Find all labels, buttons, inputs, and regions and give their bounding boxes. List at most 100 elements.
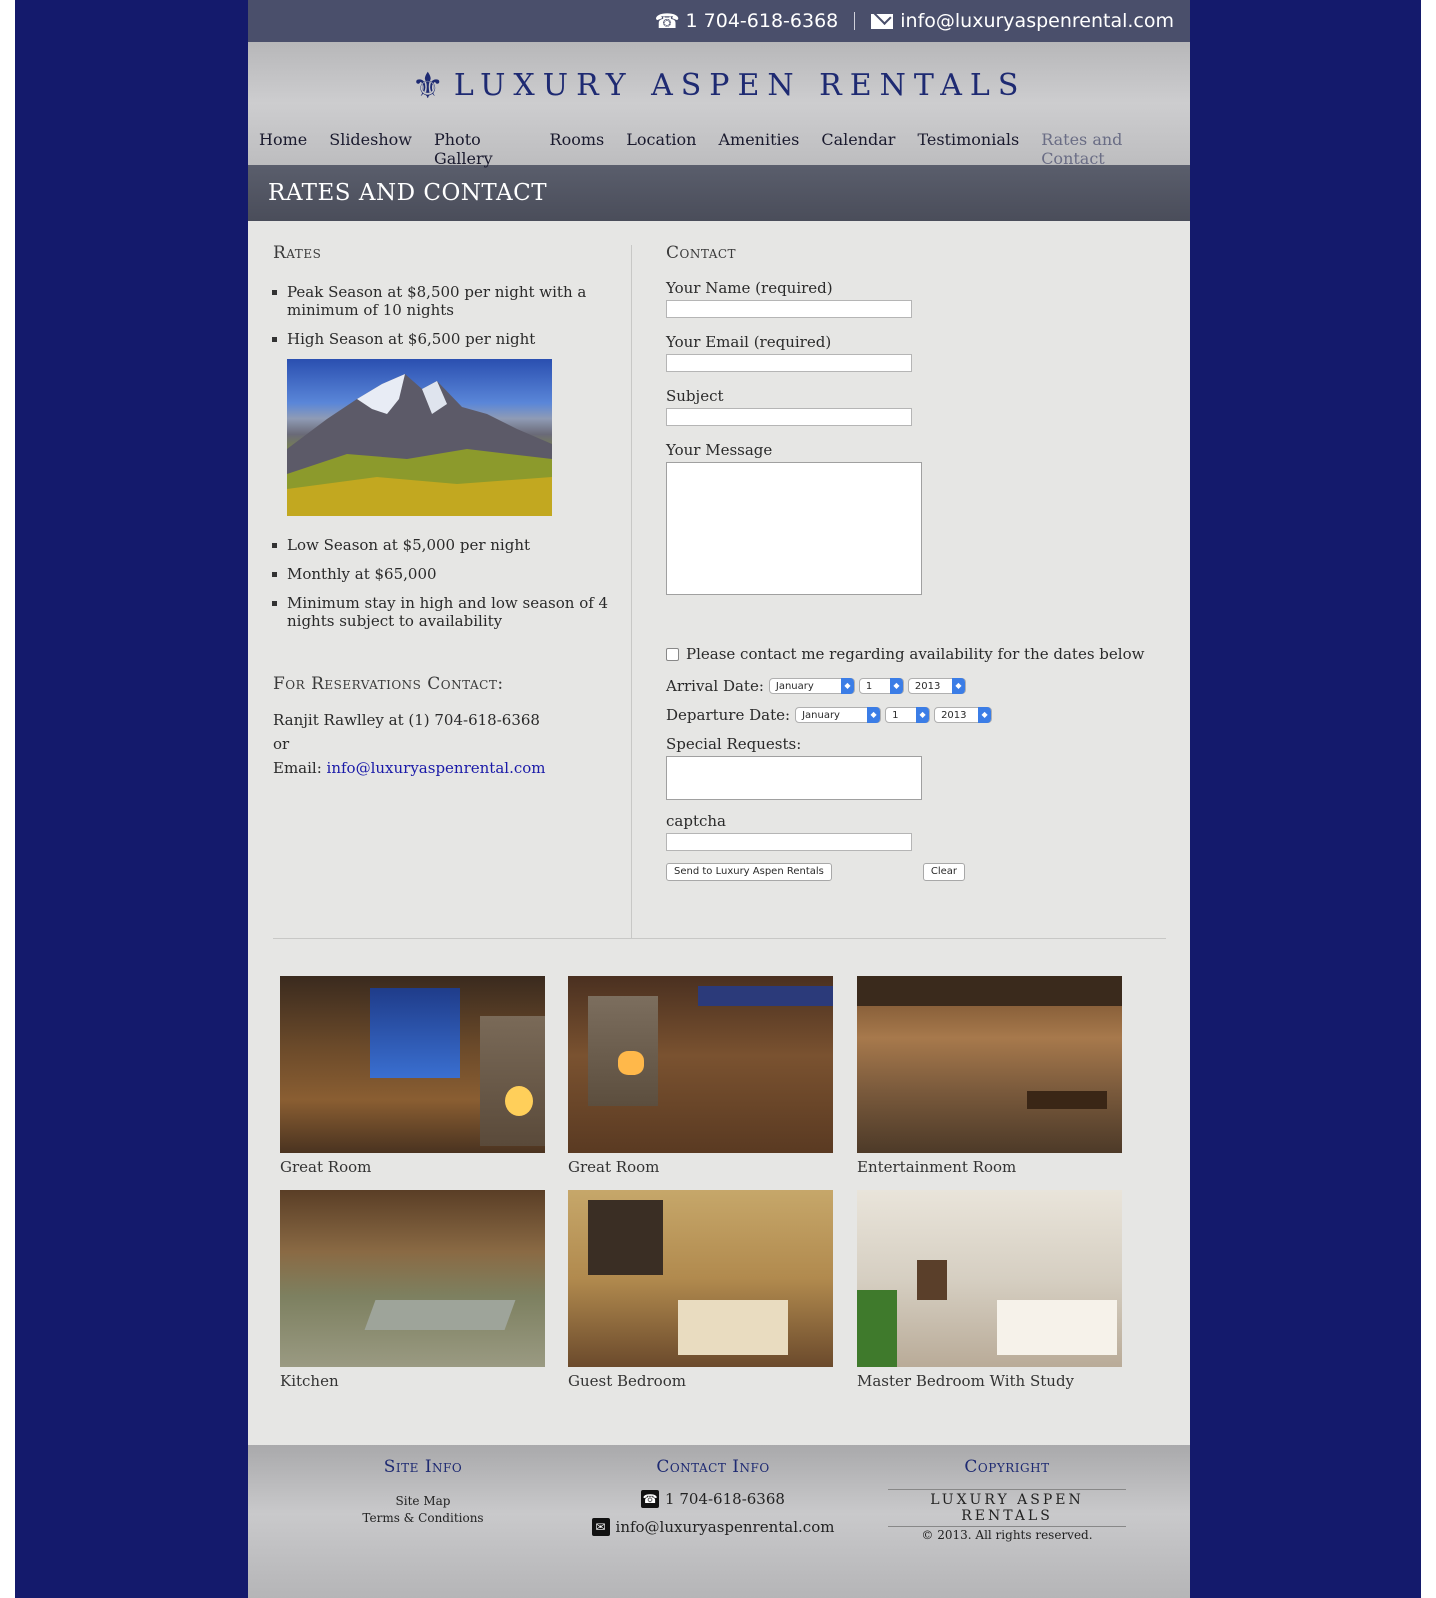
- form-buttons: Send to Luxury Aspen Rentals Clear: [666, 863, 1166, 881]
- site-footer: Site Info Site Map Terms & Conditions Co…: [248, 1445, 1190, 1598]
- reservations-heading: For Reservations Contact:: [273, 674, 504, 694]
- main-nav: Home Slideshow Photo Gallery Rooms Locat…: [248, 130, 1190, 168]
- terms-link[interactable]: Terms & Conditions: [348, 1510, 498, 1527]
- nav-slideshow[interactable]: Slideshow: [329, 130, 412, 168]
- select-arrows-icon: ◆: [951, 678, 965, 694]
- site-logo[interactable]: ⚜ LUXURY ASPEN RENTALS: [248, 66, 1190, 107]
- gallery-caption: Master Bedroom With Study: [857, 1372, 1075, 1390]
- arrival-month-value: January: [775, 681, 814, 692]
- availability-checkbox[interactable]: [666, 647, 679, 661]
- arrival-day-value: 1: [865, 681, 873, 692]
- guest-bedroom-photo: [568, 1190, 833, 1367]
- footer-contact-info: Contact Info ☎ 1 704-618-6368 ✉ info@luxur…: [578, 1457, 848, 1541]
- gallery-item[interactable]: Master Bedroom With Study: [857, 1190, 1122, 1390]
- gallery-caption: Great Room: [280, 1158, 372, 1176]
- footer-site-info: Site Info Site Map Terms & Conditions: [348, 1457, 498, 1527]
- phone-icon: ☎: [654, 9, 680, 33]
- gallery-item[interactable]: Kitchen: [280, 1190, 545, 1390]
- photo-gallery: Great Room Great Room Entertainment Room…: [248, 941, 1190, 1447]
- nav-calendar[interactable]: Calendar: [821, 130, 895, 168]
- entertainment-room-photo: [857, 976, 1122, 1153]
- message-label: Your Message: [666, 441, 773, 459]
- site-header: ⚜ LUXURY ASPEN RENTALS Home Slideshow Pho…: [248, 42, 1190, 168]
- nav-amenities[interactable]: Amenities: [718, 130, 799, 168]
- mountain-photo: [287, 359, 552, 516]
- footer-email[interactable]: info@luxuryaspenrental.com: [616, 1513, 835, 1541]
- top-contact-bar: ☎ 1 704-618-6368 info@luxuryaspenrental.…: [248, 0, 1190, 42]
- gallery-item[interactable]: Great Room: [280, 976, 545, 1176]
- nav-rates-and-contact[interactable]: Rates and Contact: [1041, 130, 1168, 168]
- reservations-contact: Ranjit Rawlley at (1) 704-618-6368 or Em…: [273, 708, 613, 780]
- reservation-contact-line: Ranjit Rawlley at (1) 704-618-6368: [273, 711, 540, 729]
- gallery-item[interactable]: Guest Bedroom: [568, 1190, 833, 1390]
- clear-button[interactable]: Clear: [922, 863, 966, 881]
- gallery-caption: Kitchen: [280, 1372, 339, 1390]
- availability-checkbox-label: Please contact me regarding availability…: [686, 645, 1145, 663]
- reservation-email-link[interactable]: info@luxuryaspenrental.com: [327, 759, 546, 777]
- reservation-or: or: [273, 735, 290, 753]
- page-title: RATES AND CONTACT: [248, 165, 1190, 221]
- rates-column: Rates Peak Season at $8,500 per night wi…: [272, 243, 613, 780]
- nav-testimonials[interactable]: Testimonials: [917, 130, 1019, 168]
- rate-item: Monthly at $65,000: [272, 565, 613, 583]
- top-email[interactable]: info@luxuryaspenrental.com: [900, 10, 1174, 32]
- subject-field[interactable]: [666, 408, 912, 426]
- special-requests-textarea[interactable]: [666, 756, 922, 800]
- departure-day-select[interactable]: 1 ◆: [885, 707, 931, 723]
- departure-date-row: Departure Date: January ◆ 1 ◆ 2013 ◆: [666, 706, 1166, 724]
- top-bar-divider: [854, 12, 856, 30]
- rate-item: High Season at $6,500 per night: [272, 330, 613, 348]
- subject-label: Subject: [666, 387, 724, 405]
- select-arrows-icon: ◆: [916, 707, 930, 723]
- departure-label: Departure Date:: [666, 706, 791, 724]
- rate-item: Peak Season at $8,500 per night with a m…: [272, 283, 613, 319]
- departure-year-select[interactable]: 2013 ◆: [934, 707, 993, 723]
- rate-item: Minimum stay in high and low season of 4…: [272, 594, 613, 630]
- site-map-link[interactable]: Site Map: [348, 1493, 498, 1510]
- arrival-day-select[interactable]: 1 ◆: [858, 678, 904, 694]
- name-field[interactable]: [666, 300, 912, 318]
- footer-copyright: Copyright LUXURY ASPEN RENTALS © 2013. A…: [888, 1457, 1126, 1544]
- copyright-text: © 2013. All rights reserved.: [921, 1528, 1093, 1542]
- mail-icon: ✉: [591, 1518, 610, 1536]
- site-info-heading: Site Info: [383, 1457, 463, 1477]
- contact-info-heading: Contact Info: [656, 1457, 770, 1477]
- nav-rooms[interactable]: Rooms: [550, 130, 605, 168]
- captcha-label: captcha: [666, 812, 726, 830]
- kitchen-photo: [280, 1190, 545, 1367]
- nav-location[interactable]: Location: [626, 130, 696, 168]
- select-arrows-icon: ◆: [867, 707, 881, 723]
- departure-year-value: 2013: [941, 710, 967, 721]
- departure-month-select[interactable]: January ◆: [795, 707, 882, 723]
- gallery-item[interactable]: Great Room: [568, 976, 833, 1176]
- gallery-caption: Entertainment Room: [857, 1158, 1017, 1176]
- select-arrows-icon: ◆: [840, 678, 854, 694]
- reservation-email-label: Email:: [273, 759, 322, 777]
- arrival-date-row: Arrival Date: January ◆ 1 ◆ 2013 ◆: [666, 677, 1166, 695]
- captcha-field[interactable]: [666, 833, 912, 851]
- phone-icon: ☎: [641, 1490, 660, 1508]
- master-bedroom-photo: [857, 1190, 1122, 1367]
- departure-month-value: January: [802, 710, 840, 721]
- arrival-label: Arrival Date:: [666, 677, 764, 695]
- arrival-year-select[interactable]: 2013 ◆: [907, 678, 966, 694]
- copyright-heading: Copyright: [964, 1457, 1050, 1477]
- send-button[interactable]: Send to Luxury Aspen Rentals: [666, 863, 832, 881]
- rate-item: Low Season at $5,000 per night: [272, 536, 613, 554]
- top-phone[interactable]: 1 704-618-6368: [686, 10, 839, 32]
- gallery-caption: Great Room: [568, 1158, 660, 1176]
- mail-icon: [871, 13, 894, 29]
- gallery-item[interactable]: Entertainment Room: [857, 976, 1122, 1176]
- footer-phone[interactable]: 1 704-618-6368: [665, 1485, 785, 1513]
- nav-photo-gallery[interactable]: Photo Gallery: [434, 130, 528, 168]
- site-container: ☎ 1 704-618-6368 info@luxuryaspenrental.…: [248, 0, 1190, 1598]
- footer-brand-logo: LUXURY ASPEN RENTALS: [888, 1489, 1126, 1527]
- nav-home[interactable]: Home: [259, 130, 307, 168]
- message-textarea[interactable]: [666, 462, 922, 595]
- email-field[interactable]: [666, 354, 912, 372]
- contact-heading: Contact: [666, 243, 737, 263]
- fleur-de-lis-icon: ⚜: [411, 66, 444, 107]
- arrival-month-select[interactable]: January ◆: [768, 678, 855, 694]
- brand-name: LUXURY ASPEN RENTALS: [453, 68, 1027, 103]
- arrival-year-value: 2013: [914, 681, 941, 692]
